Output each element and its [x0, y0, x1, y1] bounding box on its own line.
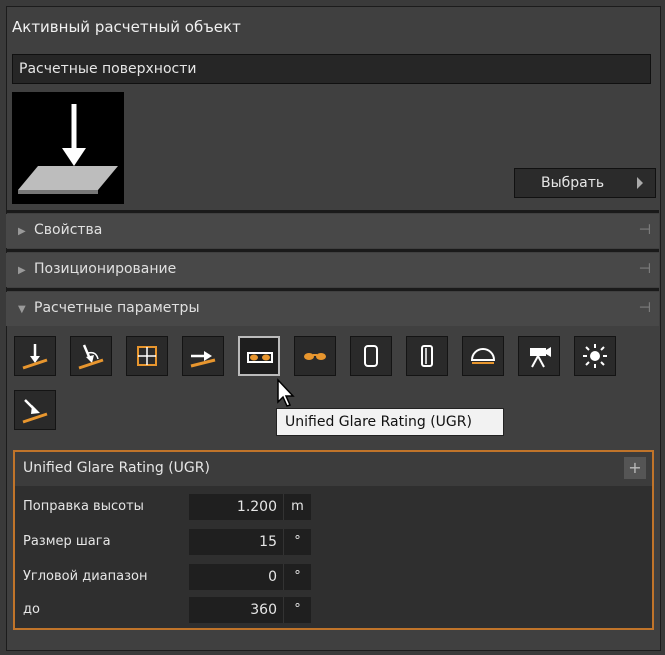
half-cylinder-icon — [421, 345, 433, 367]
select-button-label: Выбрать — [541, 175, 605, 191]
tool-glare[interactable] — [294, 336, 336, 376]
surface-type-field[interactable]: Расчетные поверхности — [12, 54, 651, 84]
param-label: Угловой диапазон — [23, 569, 148, 584]
tool-daylight[interactable] — [574, 336, 616, 376]
grid-icon — [137, 346, 157, 366]
ugr-panel-title: Unified Glare Rating (UGR) — [23, 460, 210, 476]
diagonal-illuminance-icon — [22, 399, 48, 424]
divider — [6, 210, 659, 213]
glasses-icon — [304, 353, 326, 360]
surface-illuminance-icon — [18, 104, 118, 194]
angle-range-to-input[interactable]: 360 — [189, 597, 283, 623]
param-unit: m — [283, 494, 311, 520]
section-positioning[interactable]: ▶ Позиционирование ⊣ — [6, 253, 659, 287]
angled-illuminance-icon — [78, 344, 104, 370]
pin-icon[interactable]: ⊣ — [639, 300, 651, 316]
param-unit: ° — [283, 564, 311, 590]
tooltip-text: Unified Glare Rating (UGR) — [285, 414, 472, 430]
cylinder-icon — [364, 345, 378, 367]
panel-title: Активный расчетный объект — [12, 18, 241, 36]
pin-icon[interactable]: ⊣ — [639, 261, 651, 277]
camera-icon — [530, 347, 551, 368]
illuminance-icon — [22, 344, 48, 370]
tool-horizontal-illuminance[interactable] — [182, 336, 224, 376]
step-size-input[interactable]: 15 — [189, 529, 283, 555]
tool-hemispherical[interactable] — [462, 336, 504, 376]
expand-arrow-icon: ▶ — [18, 265, 26, 276]
param-unit: ° — [283, 597, 311, 623]
tool-grid[interactable] — [126, 336, 168, 376]
tool-illuminance[interactable] — [14, 336, 56, 376]
expand-arrow-icon: ▶ — [18, 226, 26, 237]
section-label: Позиционирование — [34, 261, 177, 277]
tool-angled-illuminance[interactable] — [70, 336, 112, 376]
angle-range-from-input[interactable]: 0 — [189, 564, 283, 590]
height-offset-input[interactable]: 1.200 — [189, 494, 283, 520]
surface-type-label: Расчетные поверхности — [19, 61, 197, 77]
section-label: Расчетные параметры — [34, 300, 200, 316]
tool-ugr[interactable] — [238, 336, 280, 376]
mouse-cursor-icon — [276, 378, 298, 412]
select-button[interactable]: Выбрать — [514, 168, 656, 198]
sun-icon — [583, 344, 607, 368]
section-calc-parameters[interactable]: ▼ Расчетные параметры ⊣ — [6, 292, 659, 326]
tool-diagonal-illuminance[interactable] — [14, 390, 56, 430]
ugr-glasses-icon — [247, 352, 273, 363]
hemisphere-icon — [470, 348, 496, 364]
ugr-panel-header: Unified Glare Rating (UGR) + — [15, 452, 652, 486]
horizontal-illuminance-icon — [190, 351, 216, 368]
tool-camera[interactable] — [518, 336, 560, 376]
tool-semi-cylindrical[interactable] — [406, 336, 448, 376]
pin-icon[interactable]: ⊣ — [639, 222, 651, 238]
param-label: Поправка высоты — [23, 499, 144, 514]
surface-preview-image — [12, 92, 124, 204]
param-unit: ° — [283, 529, 311, 555]
divider — [6, 288, 659, 291]
param-label: Размер шага — [23, 534, 111, 549]
ugr-settings-panel: Unified Glare Rating (UGR) + Поправка вы… — [13, 450, 654, 630]
section-label: Свойства — [34, 222, 103, 238]
divider — [6, 249, 659, 252]
param-label: до — [23, 602, 40, 617]
section-properties[interactable]: ▶ Свойства ⊣ — [6, 214, 659, 248]
collapse-arrow-icon: ▼ — [18, 304, 26, 315]
add-button[interactable]: + — [624, 457, 646, 479]
tool-cylindrical[interactable] — [350, 336, 392, 376]
tooltip: Unified Glare Rating (UGR) — [276, 408, 504, 436]
chevron-right-icon — [637, 177, 643, 189]
